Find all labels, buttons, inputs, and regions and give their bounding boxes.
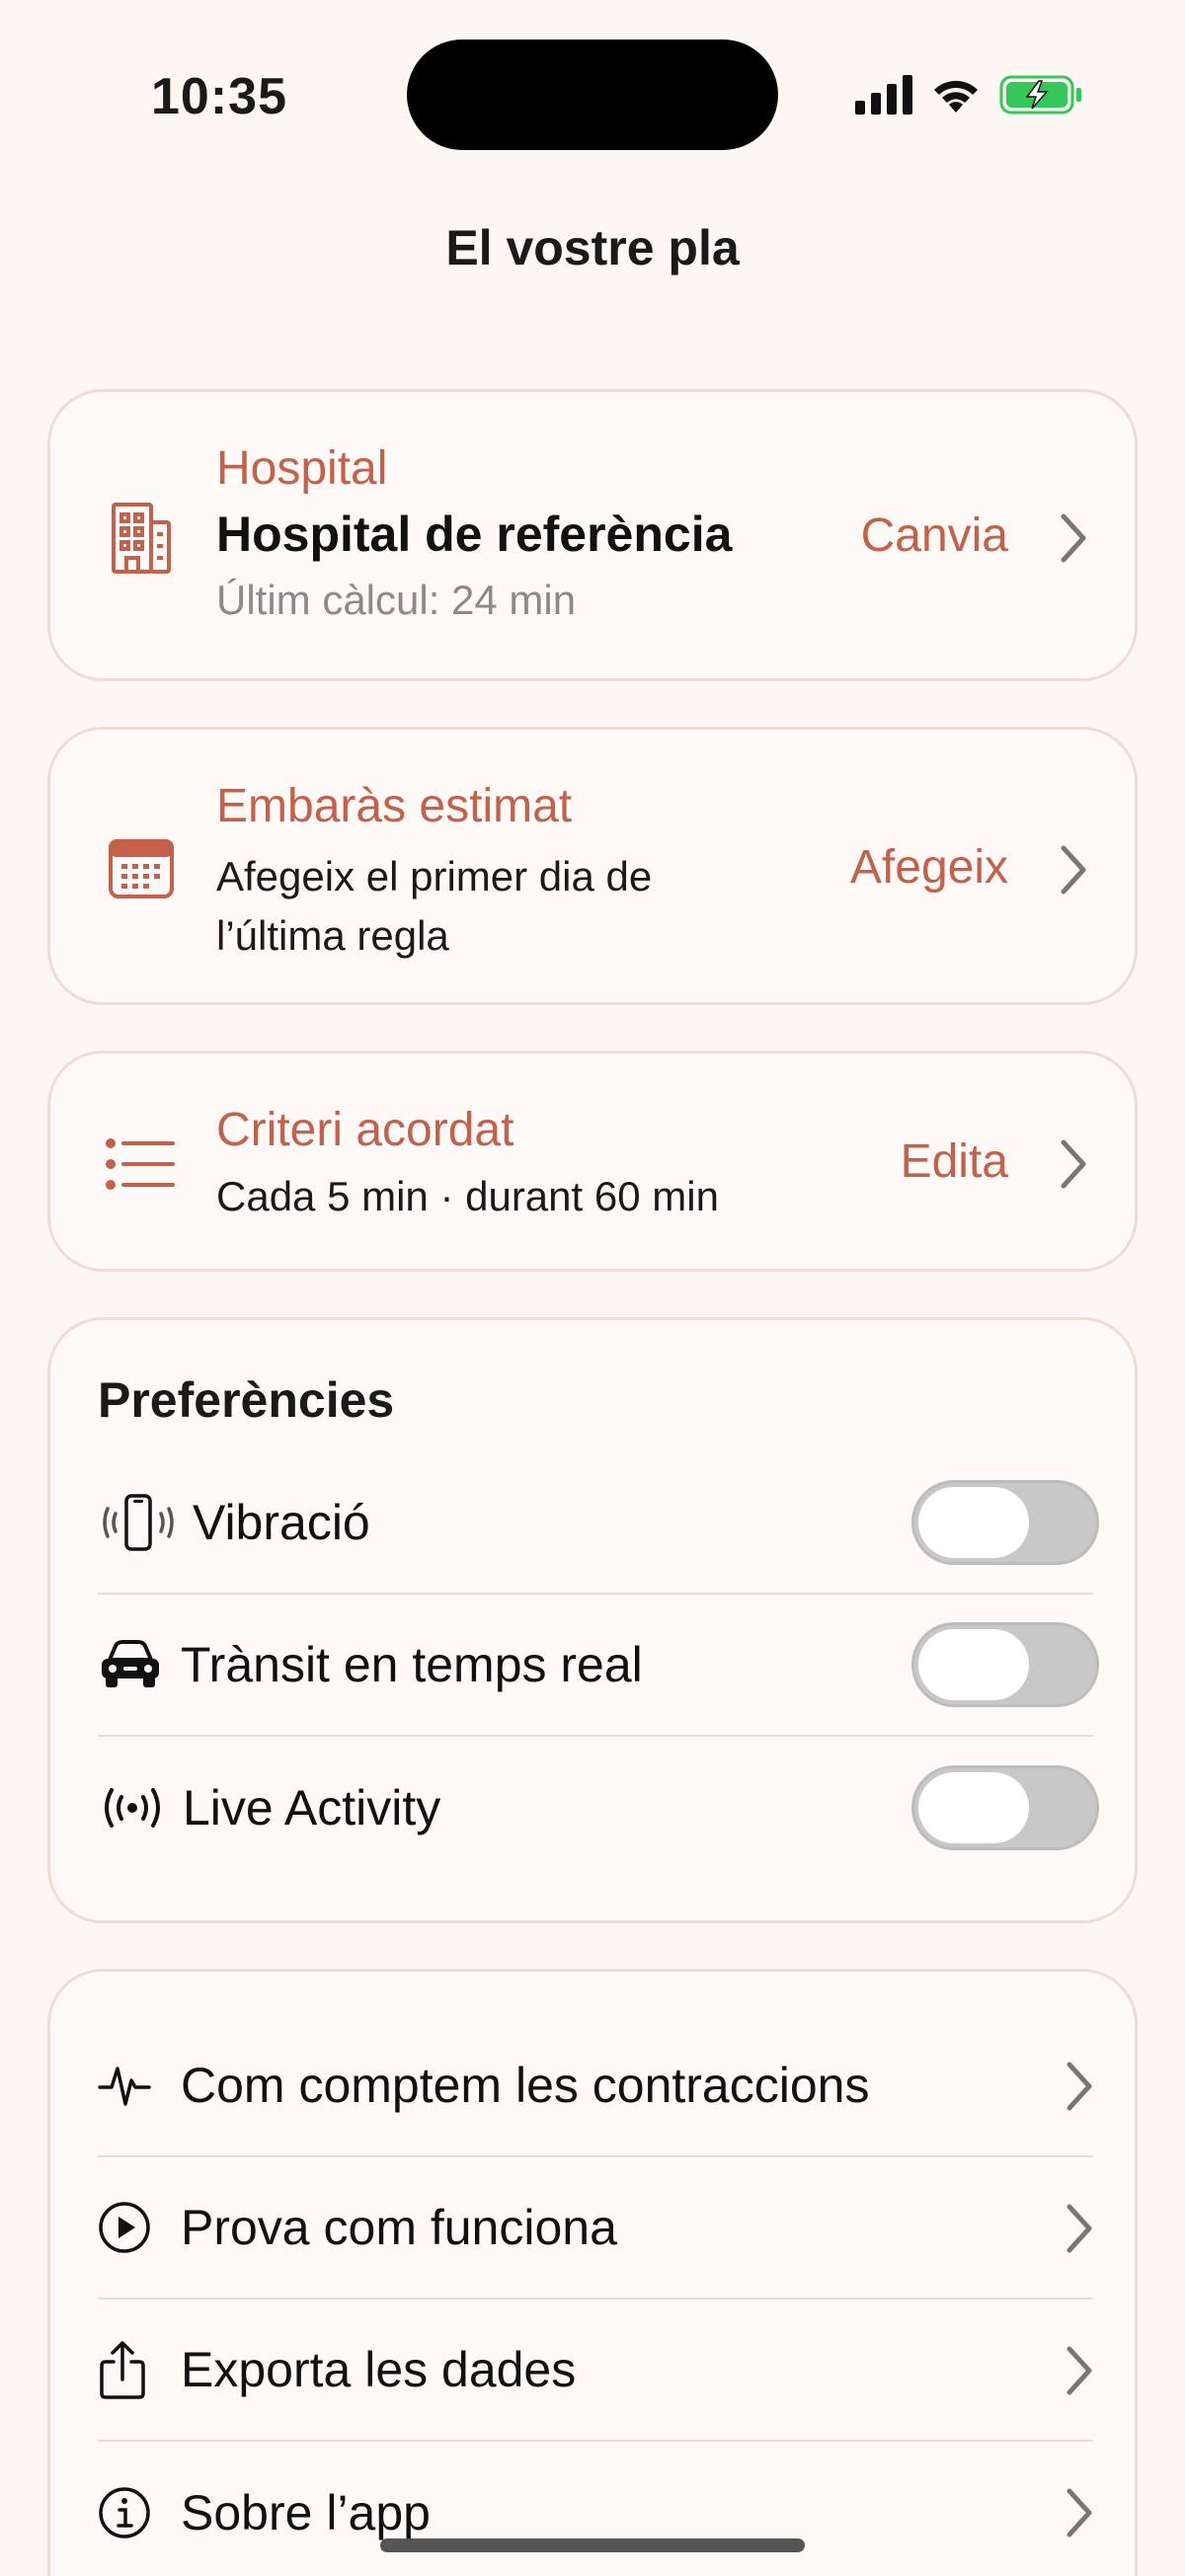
wifi-icon — [934, 80, 978, 113]
link-label-how-we-count: Com comptem les contraccions — [181, 2058, 870, 2113]
pregnancy-card[interactable]: Embaràs estimat Afegeix el primer dia de… — [47, 727, 1138, 1005]
broadcast-icon — [98, 1768, 187, 1847]
preferences-title: Preferències — [98, 1372, 395, 1428]
share-icon — [98, 2335, 177, 2404]
list-icon — [102, 1125, 181, 1204]
criteria-summary: Cada 5 min · durant 60 min — [216, 1173, 719, 1219]
change-hospital-button[interactable]: Canvia — [861, 508, 1008, 563]
link-label-export: Exporta les dades — [181, 2342, 577, 2397]
chevron-right-icon — [1061, 1139, 1086, 1189]
chevron-right-icon — [1066, 2346, 1092, 2395]
link-row-about[interactable]: Sobre l’app — [98, 2442, 1093, 2576]
pref-row-vibration: Vibració — [98, 1452, 1099, 1595]
play-circle-icon — [98, 2193, 177, 2262]
pregnancy-hint-line-2: l’última regla — [216, 912, 449, 959]
phone-vibrate-icon — [98, 1483, 187, 1562]
chevron-right-icon — [1061, 513, 1086, 563]
battery-charging-icon — [999, 75, 1081, 115]
pref-label-traffic: Trànsit en temps real — [181, 1637, 643, 1692]
pregnancy-hint-line-1: Afegeix el primer dia de — [216, 853, 653, 899]
pref-row-traffic: Trànsit en temps real — [98, 1595, 1099, 1737]
pref-label-live-activity: Live Activity — [183, 1780, 441, 1835]
home-indicator[interactable] — [380, 2538, 805, 2552]
hospital-name: Hospital de referència — [216, 507, 733, 562]
toggle-knob — [918, 1772, 1029, 1843]
link-row-try-demo[interactable]: Prova com funciona — [98, 2157, 1093, 2300]
link-label-try-demo: Prova com funciona — [181, 2200, 617, 2255]
status-bar: 10:35 — [0, 0, 1185, 188]
calendar-icon — [102, 828, 181, 907]
links-card: Com comptem les contraccions Prova com f… — [47, 1969, 1138, 2576]
info-icon — [98, 2478, 177, 2547]
chevron-right-icon — [1066, 2062, 1092, 2111]
status-icons — [855, 75, 1084, 115]
vibration-toggle[interactable] — [911, 1480, 1099, 1565]
hospital-last-calc: Últim càlcul: 24 min — [216, 577, 577, 623]
link-row-export[interactable]: Exporta les dades — [98, 2300, 1093, 2442]
pref-label-vibration: Vibració — [193, 1495, 370, 1550]
edit-criteria-button[interactable]: Edita — [901, 1134, 1008, 1189]
chevron-right-icon — [1066, 2204, 1092, 2253]
link-row-how-we-count[interactable]: Com comptem les contraccions — [98, 2015, 1093, 2157]
pref-row-live-activity: Live Activity — [98, 1737, 1099, 1879]
page-title: El vostre pla — [445, 220, 740, 275]
link-label-about: Sobre l’app — [181, 2485, 431, 2540]
add-pregnancy-button[interactable]: Afegeix — [850, 840, 1008, 895]
toggle-knob — [918, 1487, 1029, 1558]
building-icon — [102, 499, 181, 578]
signal-icon — [855, 75, 912, 115]
status-time: 10:35 — [151, 68, 287, 125]
chevron-right-icon — [1066, 2488, 1092, 2537]
chevron-right-icon — [1061, 845, 1086, 895]
criteria-kicker: Criteri acordat — [216, 1104, 514, 1156]
live-activity-toggle[interactable] — [911, 1765, 1099, 1850]
waveform-icon — [98, 2051, 177, 2120]
car-icon — [98, 1625, 187, 1704]
traffic-toggle[interactable] — [911, 1622, 1099, 1707]
criteria-card[interactable]: Criteri acordat Cada 5 min · durant 60 m… — [47, 1051, 1138, 1272]
hospital-card[interactable]: Hospital Hospital de referència Últim cà… — [47, 389, 1138, 681]
dynamic-island — [407, 39, 778, 150]
toggle-knob — [918, 1629, 1029, 1700]
hospital-kicker: Hospital — [216, 442, 388, 495]
pregnancy-kicker: Embaràs estimat — [216, 780, 573, 832]
preferences-card: Preferències Vibració Trànsit en temps r… — [47, 1317, 1138, 1923]
